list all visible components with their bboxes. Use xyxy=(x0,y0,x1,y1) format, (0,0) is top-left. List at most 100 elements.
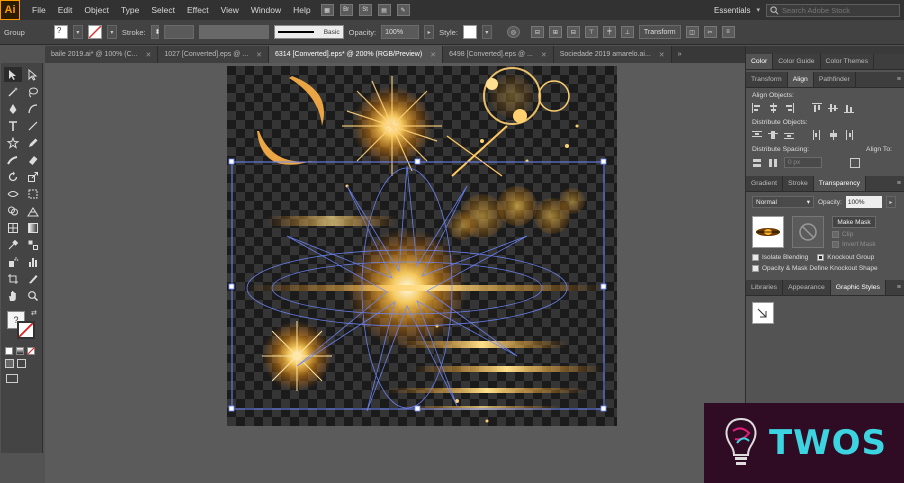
align-center-icon[interactable]: ⊞ xyxy=(548,26,562,38)
screen-mode-icon[interactable] xyxy=(6,374,18,383)
stroke-indicator[interactable] xyxy=(17,321,35,339)
blend-mode-select[interactable]: Normal ▾ xyxy=(752,196,814,208)
tab-gradient[interactable]: Gradient xyxy=(746,176,784,191)
gradient-mode-icon[interactable] xyxy=(16,347,24,355)
tab-document-1[interactable]: baile 2019.ai* @ 100% (C... ✕ xyxy=(45,46,159,63)
draw-normal-icon[interactable] xyxy=(5,359,14,368)
mesh-tool-icon[interactable] xyxy=(4,220,22,235)
tab-align[interactable]: Align xyxy=(787,72,814,87)
lens-flare-artwork[interactable] xyxy=(227,66,617,426)
type-tool-icon[interactable] xyxy=(4,118,22,133)
isolate-icon[interactable]: ◫ xyxy=(685,26,699,38)
width-tool-icon[interactable] xyxy=(4,186,22,201)
clip-checkbox[interactable] xyxy=(832,231,839,238)
opacity-mask-checkbox[interactable] xyxy=(752,265,759,272)
panel-menu-icon[interactable]: ≡ xyxy=(897,280,904,295)
eraser-tool-icon[interactable] xyxy=(24,152,42,167)
slice-tool-icon[interactable] xyxy=(24,271,42,286)
horizontal-align-right-icon[interactable] xyxy=(784,103,794,113)
stroke-stepper[interactable]: ⬍ xyxy=(150,25,161,39)
distribute-hcenter-icon[interactable] xyxy=(828,130,838,140)
draw-behind-icon[interactable] xyxy=(17,359,26,368)
scissors-icon[interactable]: ✂ xyxy=(703,26,717,38)
fill-swatch[interactable]: ? xyxy=(53,25,68,39)
align-right-icon[interactable]: ⊟ xyxy=(566,26,580,38)
spacing-value-field[interactable]: 0 px xyxy=(784,157,822,168)
stroke-swatch[interactable] xyxy=(87,25,102,39)
none-mode-icon[interactable] xyxy=(27,347,35,355)
stroke-dropdown[interactable]: ▾ xyxy=(106,25,117,39)
free-transform-icon[interactable] xyxy=(24,186,42,201)
tab-libraries[interactable]: Libraries xyxy=(746,280,784,295)
close-icon[interactable]: ✕ xyxy=(541,51,547,59)
default-graphic-style[interactable] xyxy=(752,302,774,324)
tab-pathfinder[interactable]: Pathfinder xyxy=(814,72,856,87)
artwork-thumbnail[interactable] xyxy=(752,216,784,248)
color-mode-icon[interactable] xyxy=(5,347,13,355)
grid-icon[interactable]: ▦ xyxy=(320,4,334,16)
make-mask-button[interactable]: Make Mask xyxy=(832,216,876,228)
opacity-field[interactable]: 100% xyxy=(381,25,420,39)
stroke-weight-field[interactable] xyxy=(163,25,194,39)
star-tool-icon[interactable] xyxy=(4,135,22,150)
menu-help[interactable]: Help xyxy=(287,0,316,20)
horizontal-align-center-icon[interactable] xyxy=(768,103,778,113)
pencil-tool-icon[interactable] xyxy=(24,135,42,150)
menu-edit[interactable]: Edit xyxy=(52,0,79,20)
menu-file[interactable]: File xyxy=(26,0,52,20)
bridge-icon[interactable]: Br xyxy=(339,4,353,16)
tab-overflow-icon[interactable]: » xyxy=(671,46,688,63)
variable-width-profile[interactable] xyxy=(198,25,269,39)
shape-builder-icon[interactable] xyxy=(4,203,22,218)
scale-tool-icon[interactable] xyxy=(24,169,42,184)
artboard-tool-icon[interactable] xyxy=(4,271,22,286)
opacity-slider-toggle[interactable]: ▸ xyxy=(885,196,896,208)
invert-mask-checkbox[interactable] xyxy=(832,241,839,248)
opacity-dropdown[interactable]: ▸ xyxy=(424,25,435,39)
search-input[interactable] xyxy=(782,5,892,15)
distribute-top-icon[interactable] xyxy=(752,130,762,140)
fill-stroke-widget[interactable]: ? ⇄ xyxy=(5,307,42,347)
stock-search[interactable] xyxy=(766,3,900,17)
menu-effect[interactable]: Effect xyxy=(181,0,215,20)
blob-brush-icon[interactable] xyxy=(4,152,22,167)
style-swatch[interactable] xyxy=(462,25,477,39)
recolor-artwork-icon[interactable]: ◎ xyxy=(506,26,520,38)
perspective-grid-icon[interactable] xyxy=(24,203,42,218)
invert-mask-option[interactable]: Invert Mask xyxy=(832,241,876,248)
clip-option[interactable]: Clip xyxy=(832,231,876,238)
align-left-icon[interactable]: ⊟ xyxy=(530,26,544,38)
line-tool-icon[interactable] xyxy=(24,118,42,133)
tab-document-3[interactable]: 6314 [Converted].eps* @ 200% (RGB/Previe… xyxy=(269,46,444,63)
panel-menu-icon[interactable]: ≡ xyxy=(897,72,904,87)
close-icon[interactable]: ✕ xyxy=(659,51,665,59)
isolate-blending-checkbox[interactable] xyxy=(752,254,759,261)
vertical-align-center-icon[interactable] xyxy=(828,103,838,113)
fill-dropdown[interactable]: ▾ xyxy=(72,25,83,39)
gradient-tool-icon[interactable] xyxy=(24,220,42,235)
tab-appearance[interactable]: Appearance xyxy=(783,280,831,295)
align-middle-icon[interactable]: ╪ xyxy=(602,26,616,38)
distribute-bottom-icon[interactable] xyxy=(784,130,794,140)
menu-type[interactable]: Type xyxy=(115,0,145,20)
workspace-switcher[interactable]: Essentials xyxy=(714,6,750,15)
distribute-vcenter-icon[interactable] xyxy=(768,130,778,140)
vertical-align-top-icon[interactable] xyxy=(812,103,822,113)
tab-color-guide[interactable]: Color Guide xyxy=(773,54,821,69)
distribute-right-icon[interactable] xyxy=(844,130,854,140)
stock-icon[interactable]: St xyxy=(358,4,372,16)
align-to-selection-icon[interactable] xyxy=(850,157,860,168)
curvature-tool-icon[interactable] xyxy=(24,101,42,116)
panel-menu-icon[interactable]: ≡ xyxy=(721,26,735,38)
symbol-sprayer-icon[interactable] xyxy=(4,254,22,269)
panel-collapse-bar[interactable] xyxy=(746,46,904,54)
canvas-area[interactable] xyxy=(45,63,745,483)
tab-document-2[interactable]: 1027 [Converted].eps @ ... ✕ xyxy=(158,46,270,63)
swap-icon[interactable]: ⇄ xyxy=(31,309,37,317)
menu-select[interactable]: Select xyxy=(145,0,181,20)
knockout-group-checkbox[interactable] xyxy=(817,254,825,261)
transparency-opacity-field[interactable]: 100% xyxy=(845,196,882,208)
horizontal-align-left-icon[interactable] xyxy=(752,103,762,113)
vertical-align-bottom-icon[interactable] xyxy=(844,103,854,113)
eyedropper-icon[interactable] xyxy=(4,237,22,252)
